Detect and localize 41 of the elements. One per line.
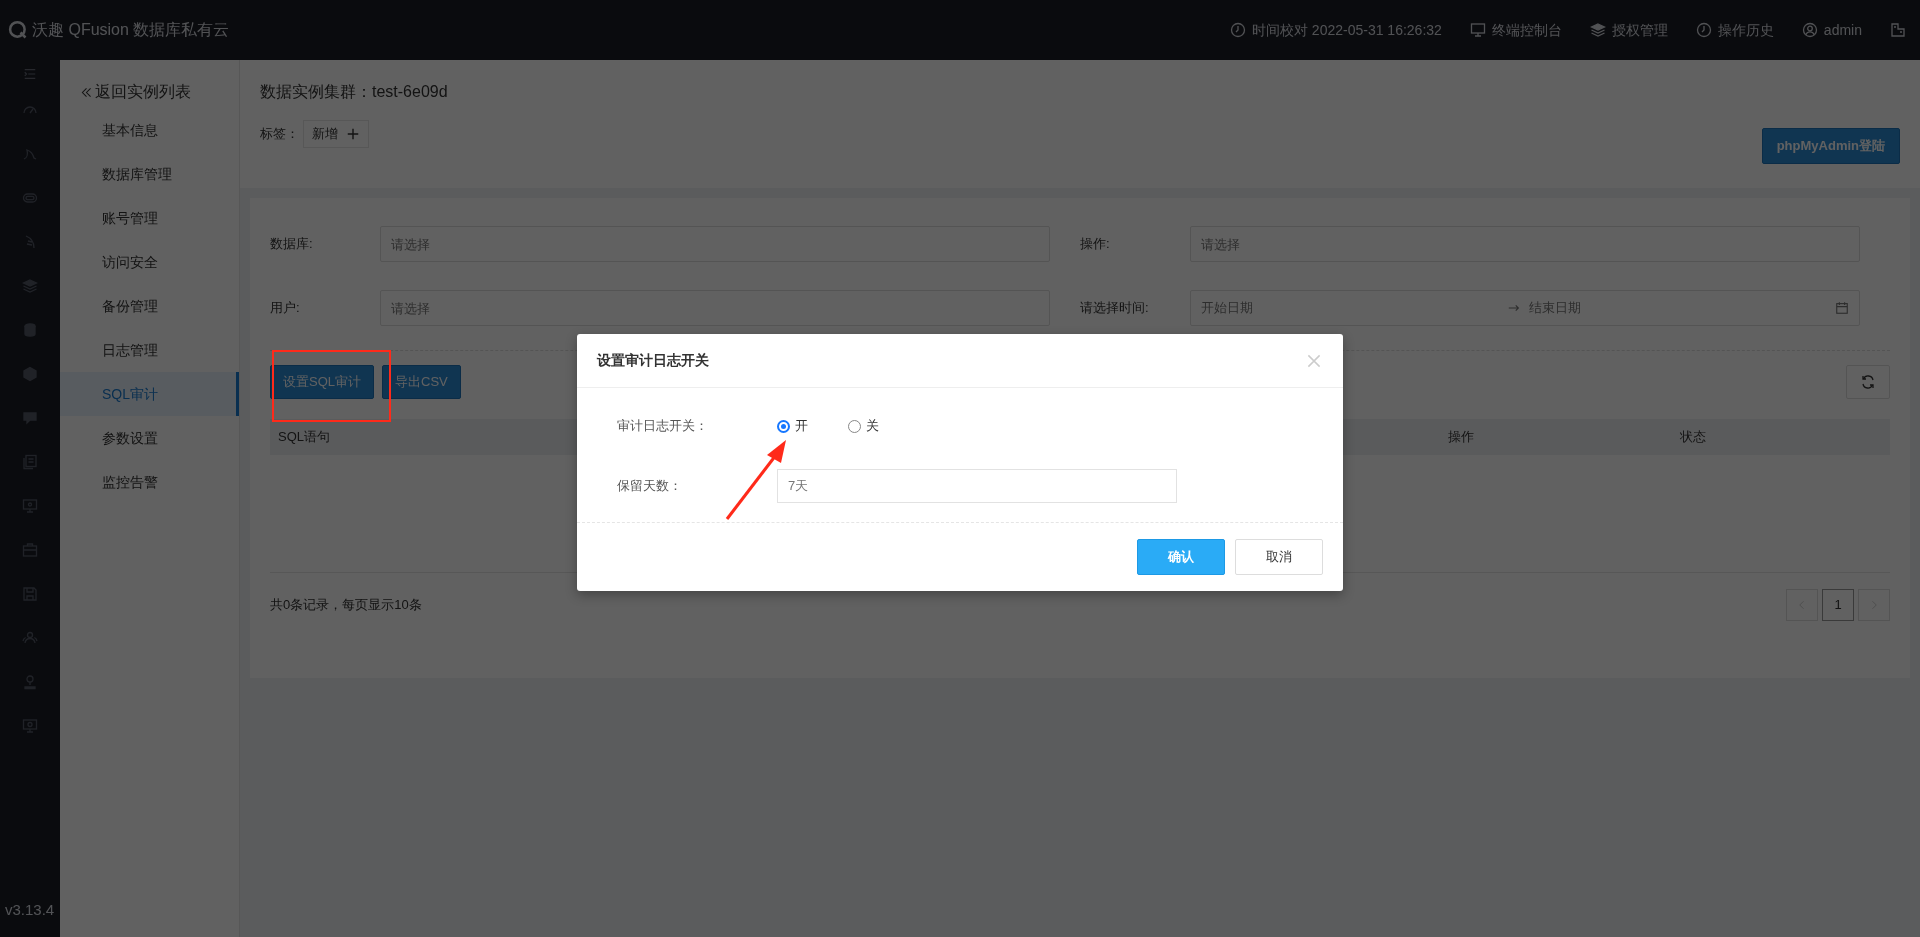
back-link[interactable]: 返回实例列表 <box>60 60 239 108</box>
header-link[interactable]: admin <box>1787 0 1876 60</box>
nav-item[interactable]: 基本信息 <box>60 108 239 152</box>
toolbar-button[interactable]: 设置SQL审计 <box>270 365 374 399</box>
nav-item[interactable]: 监控告警 <box>60 460 239 504</box>
back-link-text[interactable]: 返回实例列表 <box>95 80 191 104</box>
radio-option[interactable]: 关 <box>848 416 879 436</box>
nav-item[interactable]: 数据库管理 <box>60 152 239 196</box>
header-link[interactable]: 终端控制台 <box>1455 0 1576 60</box>
filter-label: 请选择时间: <box>1080 299 1150 318</box>
cancel-button[interactable]: 取消 <box>1235 539 1323 575</box>
version-label: v3.13.4 <box>4 899 56 920</box>
radio-option[interactable]: 开 <box>777 416 808 436</box>
header-link[interactable]: 操作历史 <box>1681 0 1788 60</box>
nav-item[interactable]: 访问安全 <box>60 240 239 284</box>
page-title: 数据实例集群：test-6e09d <box>260 82 448 102</box>
field-label: 保留天数： <box>617 477 683 496</box>
login-button[interactable]: phpMyAdmin登陆 <box>1761 128 1900 164</box>
toolbar-button[interactable]: 导出CSV <box>382 365 461 399</box>
column-header: 操作 <box>1447 428 1475 447</box>
nav-item[interactable]: 日志管理 <box>60 328 239 372</box>
confirm-button[interactable]: 确认 <box>1137 539 1225 575</box>
header-link[interactable]: 授权管理 <box>1575 0 1682 60</box>
dialog-title: 设置审计日志开关 <box>597 351 709 370</box>
add-tag-button[interactable]: 新增 <box>303 120 369 148</box>
filter-label: 用户: <box>270 299 301 318</box>
nav-item[interactable]: 账号管理 <box>60 196 239 240</box>
app-title: 沃趣 QFusion 数据库私有云 <box>32 20 230 40</box>
nav-item[interactable]: SQL审计 <box>60 372 239 416</box>
column-header: SQL语句 <box>277 428 331 447</box>
input-field[interactable]: 7天 <box>777 469 1177 503</box>
field-label: 审计日志开关： <box>617 417 709 436</box>
header-link[interactable]: 时间校对 2022-05-31 16:26:32 <box>1215 0 1456 60</box>
filter-label: 数据库: <box>270 235 314 254</box>
nav-item[interactable]: 备份管理 <box>60 284 239 328</box>
nav-item[interactable]: 参数设置 <box>60 416 239 460</box>
page-button[interactable]: 1 <box>1822 589 1854 621</box>
tags-label: 标签： <box>260 125 299 143</box>
filter-label: 操作: <box>1080 235 1111 254</box>
records-summary: 共0条记录，每页显示10条 <box>270 596 422 615</box>
column-header: 状态 <box>1679 428 1707 447</box>
